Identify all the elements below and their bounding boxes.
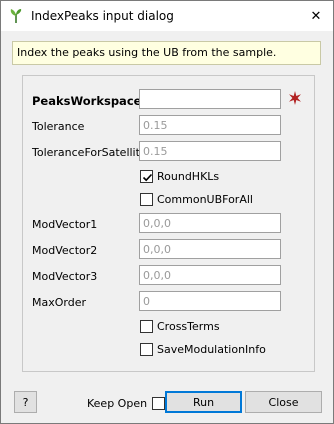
checkmark-icon: [142, 173, 153, 181]
help-button[interactable]: ?: [14, 391, 37, 413]
keep-open-checkbox[interactable]: [152, 396, 166, 410]
save-mod-info-label: SaveModulationInfo: [157, 342, 266, 356]
cross-terms-checkbox-row[interactable]: CrossTerms: [140, 318, 220, 334]
max-order-input[interactable]: [139, 291, 281, 311]
close-button[interactable]: Close: [245, 391, 322, 413]
round-hkls-checkbox[interactable]: [140, 169, 153, 183]
dialog-window: IndexPeaks input dialog ✕ Index the peak…: [0, 0, 334, 424]
common-ub-checkbox-row[interactable]: CommonUBForAll: [140, 191, 253, 207]
run-button[interactable]: Run: [165, 391, 242, 413]
window-close-button[interactable]: ✕: [299, 1, 333, 31]
keep-open-label: Keep Open: [87, 396, 148, 410]
window-title: IndexPeaks input dialog: [31, 9, 174, 23]
mod-vector2-label: ModVector2: [32, 244, 98, 257]
mandatory-star-icon: [287, 90, 303, 106]
tolerance-satellite-label: ToleranceForSatellite: [32, 146, 147, 159]
save-mod-info-checkbox-row[interactable]: SaveModulationInfo: [140, 341, 266, 357]
tolerance-input[interactable]: [139, 115, 281, 135]
common-ub-label: CommonUBForAll: [157, 192, 253, 206]
peaks-workspace-input[interactable]: [139, 89, 281, 109]
round-hkls-label: RoundHKLs: [157, 169, 220, 183]
common-ub-checkbox[interactable]: [140, 192, 153, 206]
max-order-label: MaxOrder: [32, 296, 87, 309]
algorithm-description: Index the peaks using the UB from the sa…: [12, 41, 321, 65]
round-hkls-checkbox-row[interactable]: RoundHKLs: [140, 168, 219, 184]
mod-vector3-input[interactable]: [139, 265, 281, 285]
close-icon: ✕: [310, 8, 322, 24]
cross-terms-checkbox[interactable]: [140, 319, 153, 333]
title-bar[interactable]: IndexPeaks input dialog ✕: [1, 1, 333, 31]
mod-vector2-input[interactable]: [139, 239, 281, 259]
save-mod-info-checkbox[interactable]: [140, 342, 153, 356]
cross-terms-label: CrossTerms: [157, 319, 220, 333]
keep-open-row[interactable]: Keep Open: [87, 395, 166, 411]
peaks-workspace-label: PeaksWorkspace: [32, 94, 142, 108]
mantid-plant-icon: [9, 8, 23, 24]
mod-vector3-label: ModVector3: [32, 270, 98, 283]
tolerance-satellite-input[interactable]: [139, 141, 281, 161]
tolerance-label: Tolerance: [32, 120, 85, 133]
mod-vector1-input[interactable]: [139, 213, 281, 233]
mod-vector1-label: ModVector1: [32, 218, 98, 231]
